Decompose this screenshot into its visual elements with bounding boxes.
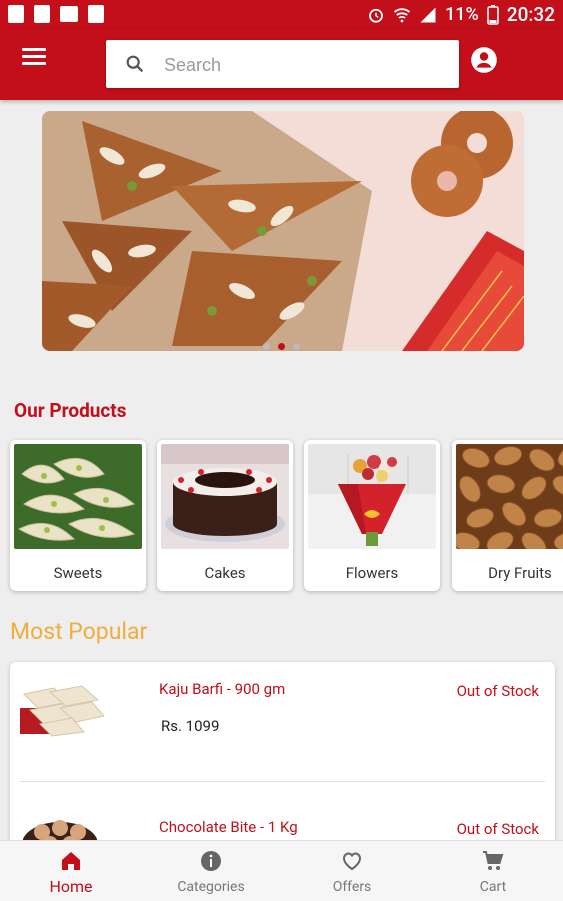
app-bar [0, 30, 563, 100]
popular-list: Kaju Barfi - 900 gm Out of Stock Rs. 109… [10, 662, 555, 862]
item-price: Rs. 1099 [161, 717, 220, 735]
notification-icon [34, 5, 50, 23]
search-bar[interactable] [106, 40, 459, 88]
battery-percent: 11% [445, 4, 479, 25]
signal-icon [420, 7, 436, 22]
carousel-dot-active[interactable] [278, 343, 285, 350]
product-label: Cakes [204, 564, 246, 582]
item-name: Chocolate Bite - 1 Kg [159, 818, 298, 836]
product-label: Flowers [345, 564, 399, 582]
menu-icon [22, 48, 46, 51]
download-done-icon [88, 5, 104, 23]
nav-cart[interactable]: Cart [423, 841, 563, 901]
nav-label: Offers [332, 879, 372, 895]
nav-label: Cart [479, 879, 507, 895]
most-popular-title: Most Popular [10, 618, 148, 645]
stock-status: Out of Stock [456, 682, 539, 700]
nav-categories[interactable]: Categories [141, 841, 281, 901]
product-label: Sweets [53, 564, 103, 582]
kaju-barfi-image [20, 684, 104, 738]
clock: 20:32 [506, 3, 555, 26]
info-icon [201, 851, 221, 871]
product-categories: Sweets Cakes Flowers Dry Fruits [10, 440, 563, 592]
wifi-icon [393, 7, 411, 22]
bottom-navigation: Home Categories Offers Cart [0, 840, 563, 901]
account-icon[interactable] [470, 46, 498, 74]
product-card-dry-fruits[interactable]: Dry Fruits [452, 440, 563, 591]
heart-icon [342, 852, 362, 871]
search-input[interactable] [162, 50, 446, 80]
product-label: Dry Fruits [488, 564, 552, 582]
nav-label: Categories [177, 879, 245, 895]
alarm-icon [369, 8, 383, 23]
status-bar: 11% 20:32 [0, 0, 563, 30]
carousel-dot[interactable] [293, 343, 300, 350]
battery-icon [486, 4, 499, 25]
sweets-image [14, 444, 142, 549]
home-icon [62, 852, 80, 870]
nav-offers[interactable]: Offers [282, 841, 422, 901]
search-icon [126, 55, 144, 73]
cart-icon [483, 851, 504, 870]
battery-alert-icon [8, 5, 24, 23]
our-products-title: Our Products [14, 399, 127, 422]
promo-banner[interactable] [42, 111, 524, 351]
product-card-sweets[interactable]: Sweets [10, 440, 146, 591]
dry-fruits-image [456, 444, 563, 549]
image-icon [60, 6, 78, 22]
carousel-dot[interactable] [263, 343, 270, 350]
notification-icons [8, 5, 104, 23]
flowers-image [308, 444, 436, 549]
nav-home[interactable]: Home [1, 841, 141, 901]
system-icons: 11% 20:32 [367, 3, 555, 26]
item-name: Kaju Barfi - 900 gm [159, 680, 286, 698]
nav-label: Home [49, 877, 93, 896]
product-card-cakes[interactable]: Cakes [157, 440, 293, 591]
stock-status: Out of Stock [456, 820, 539, 838]
banner-image [42, 111, 524, 351]
product-card-flowers[interactable]: Flowers [304, 440, 440, 591]
menu-button[interactable] [22, 48, 46, 66]
carousel-indicator [0, 343, 563, 350]
list-item[interactable]: Kaju Barfi - 900 gm Out of Stock Rs. 109… [10, 662, 555, 782]
cakes-image [161, 444, 289, 549]
